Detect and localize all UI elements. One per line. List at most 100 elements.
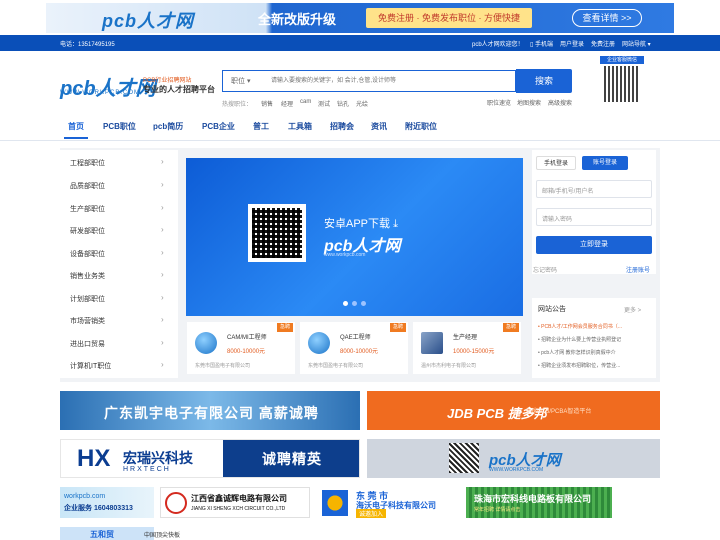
- notice-more-link[interactable]: 更多 >: [624, 305, 641, 314]
- job-title: CAM/MI工程师: [227, 335, 267, 341]
- logo-tagline-1: PCB行业招聘网站: [143, 78, 192, 84]
- chevron-right-icon: ›: [161, 338, 164, 347]
- ad-jdbpcb[interactable]: JDB PCB 捷多邦 全球PCB/PCBA智造平台: [367, 391, 660, 430]
- chevron-right-icon: ›: [161, 360, 164, 369]
- urgent-badge: 急聘: [390, 323, 406, 332]
- ad-workpcb-service[interactable]: workpcb.com 企业服务 1604803313: [60, 487, 154, 518]
- ad-subtitle: WWW.WORKPCB.COM: [489, 467, 544, 473]
- banner-slogan: 全新改版升级: [258, 12, 337, 27]
- nav-pcb-company[interactable]: PCB企业: [202, 121, 235, 132]
- sidebar-item-it[interactable]: 计算机IT职位: [70, 361, 111, 371]
- hot-word[interactable]: 光绘: [356, 99, 368, 108]
- banner-logo: pcb人才网: [102, 11, 195, 31]
- sidebar-item-rd[interactable]: 研发部职位: [70, 226, 105, 236]
- site-logo[interactable]: pcb人才网: [60, 72, 156, 101]
- sidebar-item-marketing[interactable]: 市场营销类: [70, 316, 105, 326]
- chevron-right-icon: ›: [161, 315, 164, 324]
- hot-word[interactable]: cam: [300, 99, 311, 105]
- company-logo-icon: [322, 490, 348, 516]
- nav-home[interactable]: 首页: [68, 121, 84, 132]
- job-company: 温州市杰利电子有限公司: [421, 363, 477, 369]
- register-link[interactable]: 注册账号: [626, 265, 650, 274]
- sidebar-item-engineering[interactable]: 工程部职位: [70, 158, 105, 168]
- company-logo: [421, 332, 443, 354]
- nav-news[interactable]: 资讯: [371, 121, 387, 132]
- search-input[interactable]: [271, 73, 509, 89]
- search-button[interactable]: 搜索: [516, 69, 572, 93]
- job-salary: 8000-10000元: [340, 349, 379, 355]
- tab-account-login[interactable]: 账号登录: [582, 156, 628, 170]
- free-register-link[interactable]: 免费注册: [591, 39, 615, 48]
- ad-wuhe[interactable]: 五和贸: [60, 527, 154, 540]
- user-login-link[interactable]: 用户登录: [560, 39, 584, 48]
- carousel-dot[interactable]: [352, 301, 357, 306]
- job-salary: 10000-15000元: [453, 349, 495, 355]
- chevron-right-icon: ›: [161, 270, 164, 279]
- ad-title: 江西省鑫诚辉电路有限公司: [191, 494, 287, 503]
- nav-nearby-jobs[interactable]: 附近职位: [405, 121, 437, 132]
- sidebar-item-sales[interactable]: 销售业务类: [70, 271, 105, 281]
- tab-phone-login[interactable]: 手机登录: [536, 156, 576, 170]
- mobile-link[interactable]: ▯ 手机端: [530, 39, 553, 48]
- notice-item[interactable]: • 招聘企业为什么要上传营业执照登记: [538, 336, 650, 343]
- ad-subtitle: JIANG XI SHENG XCH CIRCUIT CO.,LTD: [191, 506, 286, 512]
- password-field[interactable]: 请输入密码: [536, 208, 652, 226]
- nav-divider: [0, 140, 720, 141]
- login-button[interactable]: 立即登录: [536, 236, 652, 254]
- wechat-qr-code: [604, 66, 640, 102]
- wechat-qr-title: 企业客服微信: [600, 56, 644, 64]
- notice-title: 网站公告: [538, 306, 566, 313]
- job-title: QAE工程师: [340, 335, 371, 341]
- forgot-password-link[interactable]: 忘记密码: [533, 265, 557, 274]
- nav-toolbox[interactable]: 工具箱: [288, 121, 312, 132]
- ad-hrx-tech[interactable]: HX 宏瑞兴科技 HRXTECH 诚聘精英: [60, 439, 360, 478]
- hot-word[interactable]: 测试: [318, 99, 330, 108]
- sidebar-item-quality[interactable]: 品质部职位: [70, 181, 105, 191]
- hot-word[interactable]: 钻孔: [337, 99, 349, 108]
- map-search-link[interactable]: 地图搜索: [517, 98, 541, 107]
- nav-job-fair[interactable]: 招聘会: [330, 121, 354, 132]
- hot-word[interactable]: 销售: [261, 99, 273, 108]
- contact-phone: 电话：13517495195: [60, 42, 115, 48]
- nav-pcb-resume[interactable]: pcb简历: [153, 121, 183, 132]
- ad-title: 五和贸: [90, 530, 114, 539]
- ad-subtitle: 常年招聘 详情请点击: [474, 507, 521, 513]
- ad-fast-board[interactable]: 中国顶尖快板: [144, 530, 180, 539]
- job-card[interactable]: QAE工程师 8000-10000元 东莞市国盈电子有限公司 急聘: [300, 322, 408, 374]
- ad-subtitle: 全球PCB/PCBA智造平台: [525, 409, 592, 415]
- carousel-dot[interactable]: [361, 301, 366, 306]
- sidebar-item-planning[interactable]: 计划部职位: [70, 294, 105, 304]
- site-nav-link[interactable]: 网站导航 ▾: [622, 39, 651, 48]
- nav-pcb-jobs[interactable]: PCB职位: [103, 121, 136, 132]
- notice-item[interactable]: • pcb人才网 教你怎样识别真假中介: [538, 349, 650, 356]
- notice-item[interactable]: • PCB人才/工作网会员服务合同书（...: [538, 323, 650, 330]
- username-field[interactable]: 邮箱/手机号/用户名: [536, 180, 652, 198]
- job-salary: 8000-10000元: [227, 349, 266, 355]
- job-overview-link[interactable]: 职位速览: [487, 98, 511, 107]
- urgent-badge: 急聘: [277, 323, 293, 332]
- carousel-text: 安卓APP下载 ⤓: [324, 218, 398, 230]
- search-category-select[interactable]: 职位 ▾: [231, 76, 250, 86]
- app-download-carousel[interactable]: 安卓APP下载 ⤓ pcb人才网 www.workpcb.com: [186, 158, 523, 316]
- sidebar-item-equipment[interactable]: 设备部职位: [70, 249, 105, 259]
- job-card[interactable]: 生产经理 10000-15000元 温州市杰利电子有限公司 急聘: [413, 322, 521, 374]
- carousel-dot[interactable]: [343, 301, 348, 306]
- advanced-search-link[interactable]: 高级搜索: [548, 98, 572, 107]
- ad-pcb-talent[interactable]: pcb人才网 WWW.WORKPCB.COM: [367, 439, 660, 478]
- ad-haiwo-electronics[interactable]: 东 莞 市 海沃电子科技有限公司 诚邀加入: [316, 487, 460, 518]
- sidebar-item-production[interactable]: 生产部职位: [70, 204, 105, 214]
- carousel-url: www.workpcb.com: [324, 252, 366, 258]
- top-banner-ad[interactable]: pcb人才网 全新改版升级 免费注册 · 免费发布职位 · 方便快捷 查看详情 …: [46, 3, 674, 33]
- banner-details-button[interactable]: 查看详情 >>: [572, 9, 642, 27]
- hot-word[interactable]: 经理: [281, 99, 293, 108]
- notice-item[interactable]: • 招聘企业须发布招聘职位，传营业...: [538, 362, 650, 369]
- hrx-logo-icon: HX: [77, 445, 111, 472]
- sidebar-item-trade[interactable]: 进出口贸易: [70, 339, 105, 349]
- ad-xinchenghui-circuit[interactable]: 江西省鑫诚辉电路有限公司 JIANG XI SHENG XCH CIRCUIT …: [160, 487, 310, 518]
- nav-general-workers[interactable]: 普工: [253, 121, 269, 132]
- job-card[interactable]: CAM/MI工程师 8000-10000元 东莞市国盈电子有限公司 急聘: [187, 322, 295, 374]
- top-bar: 电话：13517495195 pcb人才网欢迎您！ ▯ 手机端 用户登录 免费注…: [0, 35, 720, 51]
- notice-panel: 网站公告 更多 > • PCB人才/工作网会员服务合同书（... • 招聘企业为…: [532, 298, 656, 378]
- ad-zhuhai-circuit[interactable]: 珠海市宏科线电路板有限公司 常年招聘 详情请点击: [466, 487, 612, 518]
- ad-kaiyu-electronics[interactable]: 广东凯宇电子有限公司 高薪诚聘: [60, 391, 360, 430]
